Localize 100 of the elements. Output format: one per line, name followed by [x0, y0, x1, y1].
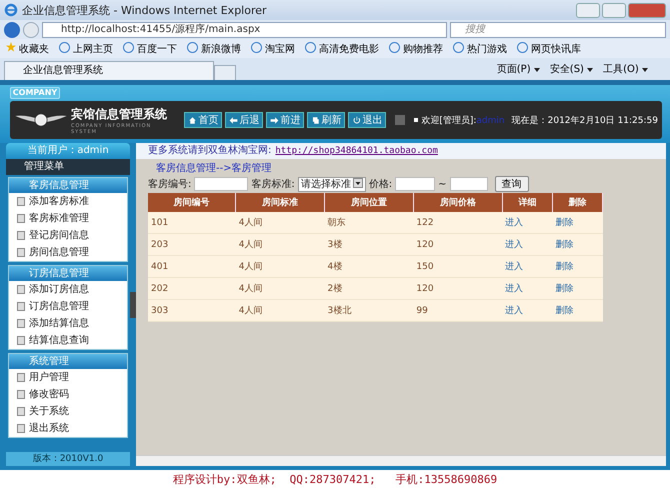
bookmark-link[interactable]: 高清免费电影 [305, 42, 380, 56]
column-header: 房间价格 [413, 193, 502, 212]
bookmark-link[interactable]: 百度一下 [123, 42, 178, 56]
browser-menu[interactable]: 安全(S) [550, 62, 594, 76]
room-number-input[interactable] [194, 177, 248, 191]
table-cell: 99 [413, 300, 502, 322]
nav-button[interactable]: 退出 [348, 112, 386, 128]
table-cell: 2楼 [324, 278, 414, 300]
maximize-button[interactable] [602, 2, 626, 18]
menu-item[interactable]: 添加客房标准 [9, 193, 127, 210]
right-arrow-icon [270, 116, 280, 124]
nav-button[interactable]: 刷新 [307, 112, 346, 128]
delete-link[interactable]: 删除 [555, 218, 574, 228]
left-arrow-icon [229, 116, 238, 124]
range-separator: ~ [438, 178, 447, 190]
table-cell: 122 [413, 212, 502, 234]
bullet-icon [414, 118, 418, 122]
breadcrumb: 客房信息管理-->客房管理 [155, 162, 273, 175]
column-header: 详细 [502, 193, 552, 212]
bookmark-link[interactable]: 网页快讯库 [517, 42, 582, 56]
welcome-text: 欢迎[管理员]:admin [421, 114, 505, 126]
window-title: 企业信息管理系统 - Windows Internet Explorer [22, 2, 267, 18]
table-cell: 150 [413, 256, 502, 278]
menu-item[interactable]: 结算信息查询 [9, 332, 127, 349]
menu-item[interactable]: 修改密码 [9, 386, 127, 403]
sidebar-toggle[interactable] [130, 292, 136, 318]
favorites-button[interactable]: 收藏夹 [6, 42, 50, 56]
menu-item[interactable]: 添加结算信息 [9, 315, 127, 332]
menu-item[interactable]: 关于系统 [9, 403, 127, 420]
menu-item[interactable]: 添加订房信息 [9, 281, 127, 298]
table-cell: 4人间 [236, 256, 325, 278]
search-field[interactable]: 搜搜 [450, 22, 666, 38]
current-time: 现在是：2012年2月10日 11:25:59 [512, 114, 658, 126]
menu-item[interactable]: 登记房间信息 [9, 227, 127, 244]
min-price-input[interactable] [395, 177, 436, 191]
table-cell: 4人间 [236, 300, 325, 322]
table-cell: 3楼 [324, 234, 414, 256]
table-cell: 3楼北 [324, 300, 414, 322]
browser-logo-icon [4, 3, 18, 17]
shop-link[interactable]: http://shop34864101.taobao.com [275, 146, 438, 156]
bookmark-link[interactable]: 淘宝网 [251, 42, 296, 56]
browser-menu[interactable]: 页面(P) [496, 62, 540, 76]
menu-item[interactable]: 订房信息管理 [9, 298, 127, 315]
bookmark-link[interactable]: 热门游戏 [453, 42, 508, 56]
minimize-button[interactable] [576, 2, 600, 18]
menu-item[interactable]: 用户管理 [9, 369, 127, 386]
close-button[interactable] [628, 2, 666, 18]
column-header: 删除 [552, 193, 602, 212]
delete-link[interactable]: 删除 [555, 262, 574, 272]
table-cell: 203 [148, 234, 236, 256]
address-field[interactable]: http://localhost:41455/源程序/main.aspx [42, 22, 447, 38]
menu-item[interactable]: 退出系统 [9, 420, 127, 437]
field-label: 客房编号: [148, 178, 192, 191]
delete-link[interactable]: 删除 [555, 306, 574, 316]
nav-button[interactable]: 后退 [225, 112, 264, 128]
nav-button[interactable]: 首页 [184, 112, 222, 128]
table-cell: 202 [148, 278, 236, 300]
detail-link[interactable]: 进入 [505, 218, 524, 228]
caret-icon [587, 68, 594, 72]
notice-text: 更多系统请到双鱼林淘宝网: [148, 145, 272, 156]
column-header: 房间标准 [236, 193, 325, 212]
version-label: 版本：2010V1.0 [6, 452, 130, 466]
delete-link[interactable]: 删除 [555, 240, 574, 250]
system-title: 宾馆信息管理系统 [71, 106, 168, 122]
max-price-input[interactable] [450, 177, 488, 191]
detail-link[interactable]: 进入 [505, 284, 524, 294]
browser-menu[interactable]: 工具(O) [603, 62, 648, 76]
footer-credits: 程序设计by:双鱼林; QQ:287307421; 手机:13558690869 [172, 472, 498, 488]
table-cell: 120 [413, 278, 502, 300]
power-icon [352, 116, 362, 124]
new-tab-button[interactable] [214, 65, 236, 80]
browser-tab[interactable]: 企业信息管理系统 [4, 61, 214, 80]
bookmark-link[interactable]: 上网主页 [59, 42, 114, 56]
table-cell: 120 [413, 234, 502, 256]
detail-link[interactable]: 进入 [505, 262, 524, 272]
query-button[interactable]: 查询 [494, 176, 529, 192]
bookmark-link[interactable]: 新浪微博 [187, 42, 242, 56]
table-cell: 401 [148, 256, 236, 278]
table-cell: 4人间 [236, 234, 325, 256]
forward-button[interactable] [23, 22, 39, 38]
field-label: 价格: [368, 178, 392, 191]
table-cell: 朝东 [324, 212, 414, 234]
column-header: 房间编号 [148, 193, 236, 212]
current-user: 当前用户：admin [6, 143, 130, 159]
nav-button[interactable]: 前进 [266, 112, 304, 128]
delete-link[interactable]: 删除 [555, 284, 574, 294]
back-button[interactable] [4, 22, 20, 38]
caret-icon [534, 68, 540, 72]
column-header: 房间位置 [324, 193, 414, 212]
detail-link[interactable]: 进入 [505, 306, 524, 316]
standard-select[interactable]: 请选择标准 [298, 176, 366, 192]
menu-item[interactable]: 客房标准管理 [9, 210, 127, 227]
field-label: 客房标准: [251, 178, 295, 191]
caret-icon [642, 68, 648, 72]
star-icon [6, 42, 16, 52]
bookmark-link[interactable]: 购物推荐 [389, 42, 444, 56]
table-cell: 101 [148, 212, 236, 234]
menu-item[interactable]: 房间信息管理 [9, 244, 127, 261]
table-cell: 4楼 [324, 256, 414, 278]
detail-link[interactable]: 进入 [505, 240, 524, 250]
